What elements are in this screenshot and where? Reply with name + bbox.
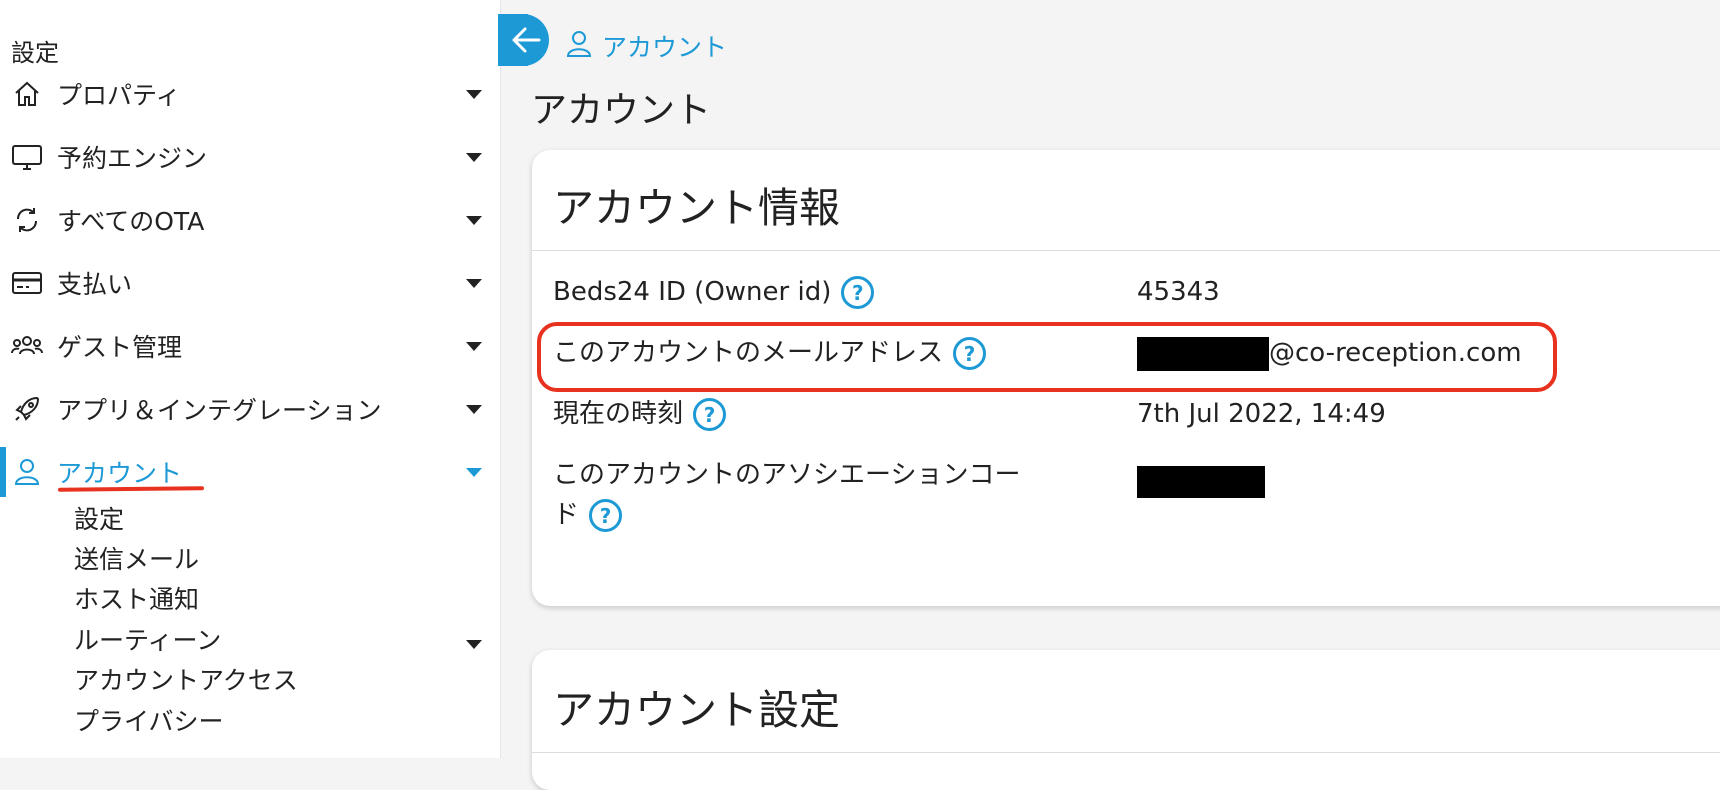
row-label-current-time: 現在の時刻? — [553, 395, 727, 433]
sidebar-item-label: アカウント — [57, 459, 183, 488]
row-label-email: このアカウントのメールアドレス? — [553, 334, 987, 372]
page-title: アカウント — [531, 90, 712, 131]
sync-icon — [10, 203, 44, 237]
chevron-down-icon[interactable] — [466, 89, 482, 99]
row-label-owner-id: Beds24 ID (Owner id)? — [553, 273, 875, 311]
sidebar-heading: 設定 — [11, 39, 59, 67]
sidebar-item-label: プロパティ — [57, 81, 181, 110]
card-divider — [532, 752, 1720, 753]
sidebar-subitem-settings[interactable]: 設定 — [74, 500, 124, 536]
row-value-owner-id: 45343 — [1137, 277, 1220, 307]
sidebar-subitem-routine[interactable]: ルーティーン — [74, 621, 221, 657]
sidebar-item-guest-management[interactable]: ゲスト管理 — [0, 322, 500, 370]
sidebar-subitem-outgoing-mail[interactable]: 送信メール — [74, 540, 199, 576]
sidebar-item-apps-integrations[interactable]: アプリ＆インテグレーション — [0, 385, 500, 433]
label-text: Beds24 ID (Owner id) — [553, 277, 832, 307]
help-icon[interactable]: ? — [589, 499, 623, 532]
sidebar-item-payments[interactable]: 支払い — [0, 259, 500, 307]
chevron-down-icon[interactable] — [466, 278, 482, 288]
sidebar-item-label: アプリ＆インテグレーション — [57, 396, 382, 425]
sidebar: 設定 プロパティ 予約エンジン すべてのOTA 支払い ゲスト管理 アプリ＆イン… — [0, 0, 501, 758]
sidebar-item-booking-engine[interactable]: 予約エンジン — [0, 133, 500, 181]
label-text: ド — [553, 500, 580, 530]
help-icon[interactable]: ? — [953, 337, 987, 370]
sidebar-item-label: 支払い — [57, 270, 133, 299]
monitor-icon — [10, 140, 44, 174]
chevron-down-icon[interactable] — [466, 341, 482, 351]
users-icon — [10, 329, 44, 363]
sidebar-item-label: 予約エンジン — [57, 144, 208, 173]
chevron-down-icon[interactable] — [466, 152, 482, 162]
sidebar-subitem-host-notification[interactable]: ホスト通知 — [74, 580, 199, 616]
chevron-down-icon[interactable] — [466, 640, 482, 649]
breadcrumb-label: アカウント — [602, 33, 728, 62]
sidebar-subitem-privacy[interactable]: プライバシー — [74, 702, 224, 738]
redaction-block — [1137, 465, 1265, 498]
label-text: このアカウントのアソシエーションコー — [553, 460, 1021, 490]
email-domain: @co-reception.com — [1269, 338, 1522, 368]
rocket-icon — [10, 392, 44, 426]
home-icon — [10, 77, 44, 111]
row-value-association-code — [1137, 462, 1265, 500]
row-value-current-time: 7th Jul 2022, 14:49 — [1137, 399, 1386, 429]
sidebar-subitem-account-access[interactable]: アカウントアクセス — [74, 661, 298, 697]
help-icon[interactable]: ? — [693, 398, 727, 431]
account-settings-card: アカウント設定 — [532, 650, 1720, 790]
card-title: アカウント設定 — [553, 686, 840, 734]
label-text: 現在の時刻 — [553, 399, 684, 429]
sidebar-item-label: ゲスト管理 — [57, 333, 183, 362]
row-label-association-code: このアカウントのアソシエーションコー ド? — [553, 456, 1020, 534]
account-info-card: アカウント情報 Beds24 ID (Owner id)? 45343 このアカ… — [532, 150, 1720, 606]
user-icon — [566, 30, 592, 62]
card-title: アカウント情報 — [553, 184, 840, 232]
credit-card-icon — [10, 266, 44, 300]
chevron-down-icon[interactable] — [466, 404, 482, 414]
card-divider — [532, 250, 1720, 251]
sidebar-item-property[interactable]: プロパティ — [0, 70, 500, 118]
sidebar-item-all-ota[interactable]: すべてのOTA — [0, 196, 500, 244]
row-value-email: @co-reception.com — [1137, 334, 1522, 372]
help-icon[interactable]: ? — [841, 276, 875, 309]
chevron-down-icon[interactable] — [466, 467, 482, 477]
chevron-down-icon[interactable] — [466, 215, 482, 225]
sidebar-item-label: すべてのOTA — [57, 207, 205, 236]
back-button[interactable] — [498, 14, 549, 66]
breadcrumb[interactable]: アカウント — [566, 28, 727, 64]
arrow-left-icon — [512, 27, 540, 53]
label-text: このアカウントのメールアドレス — [553, 338, 944, 368]
redaction-block — [1137, 336, 1269, 371]
user-icon — [10, 455, 44, 489]
